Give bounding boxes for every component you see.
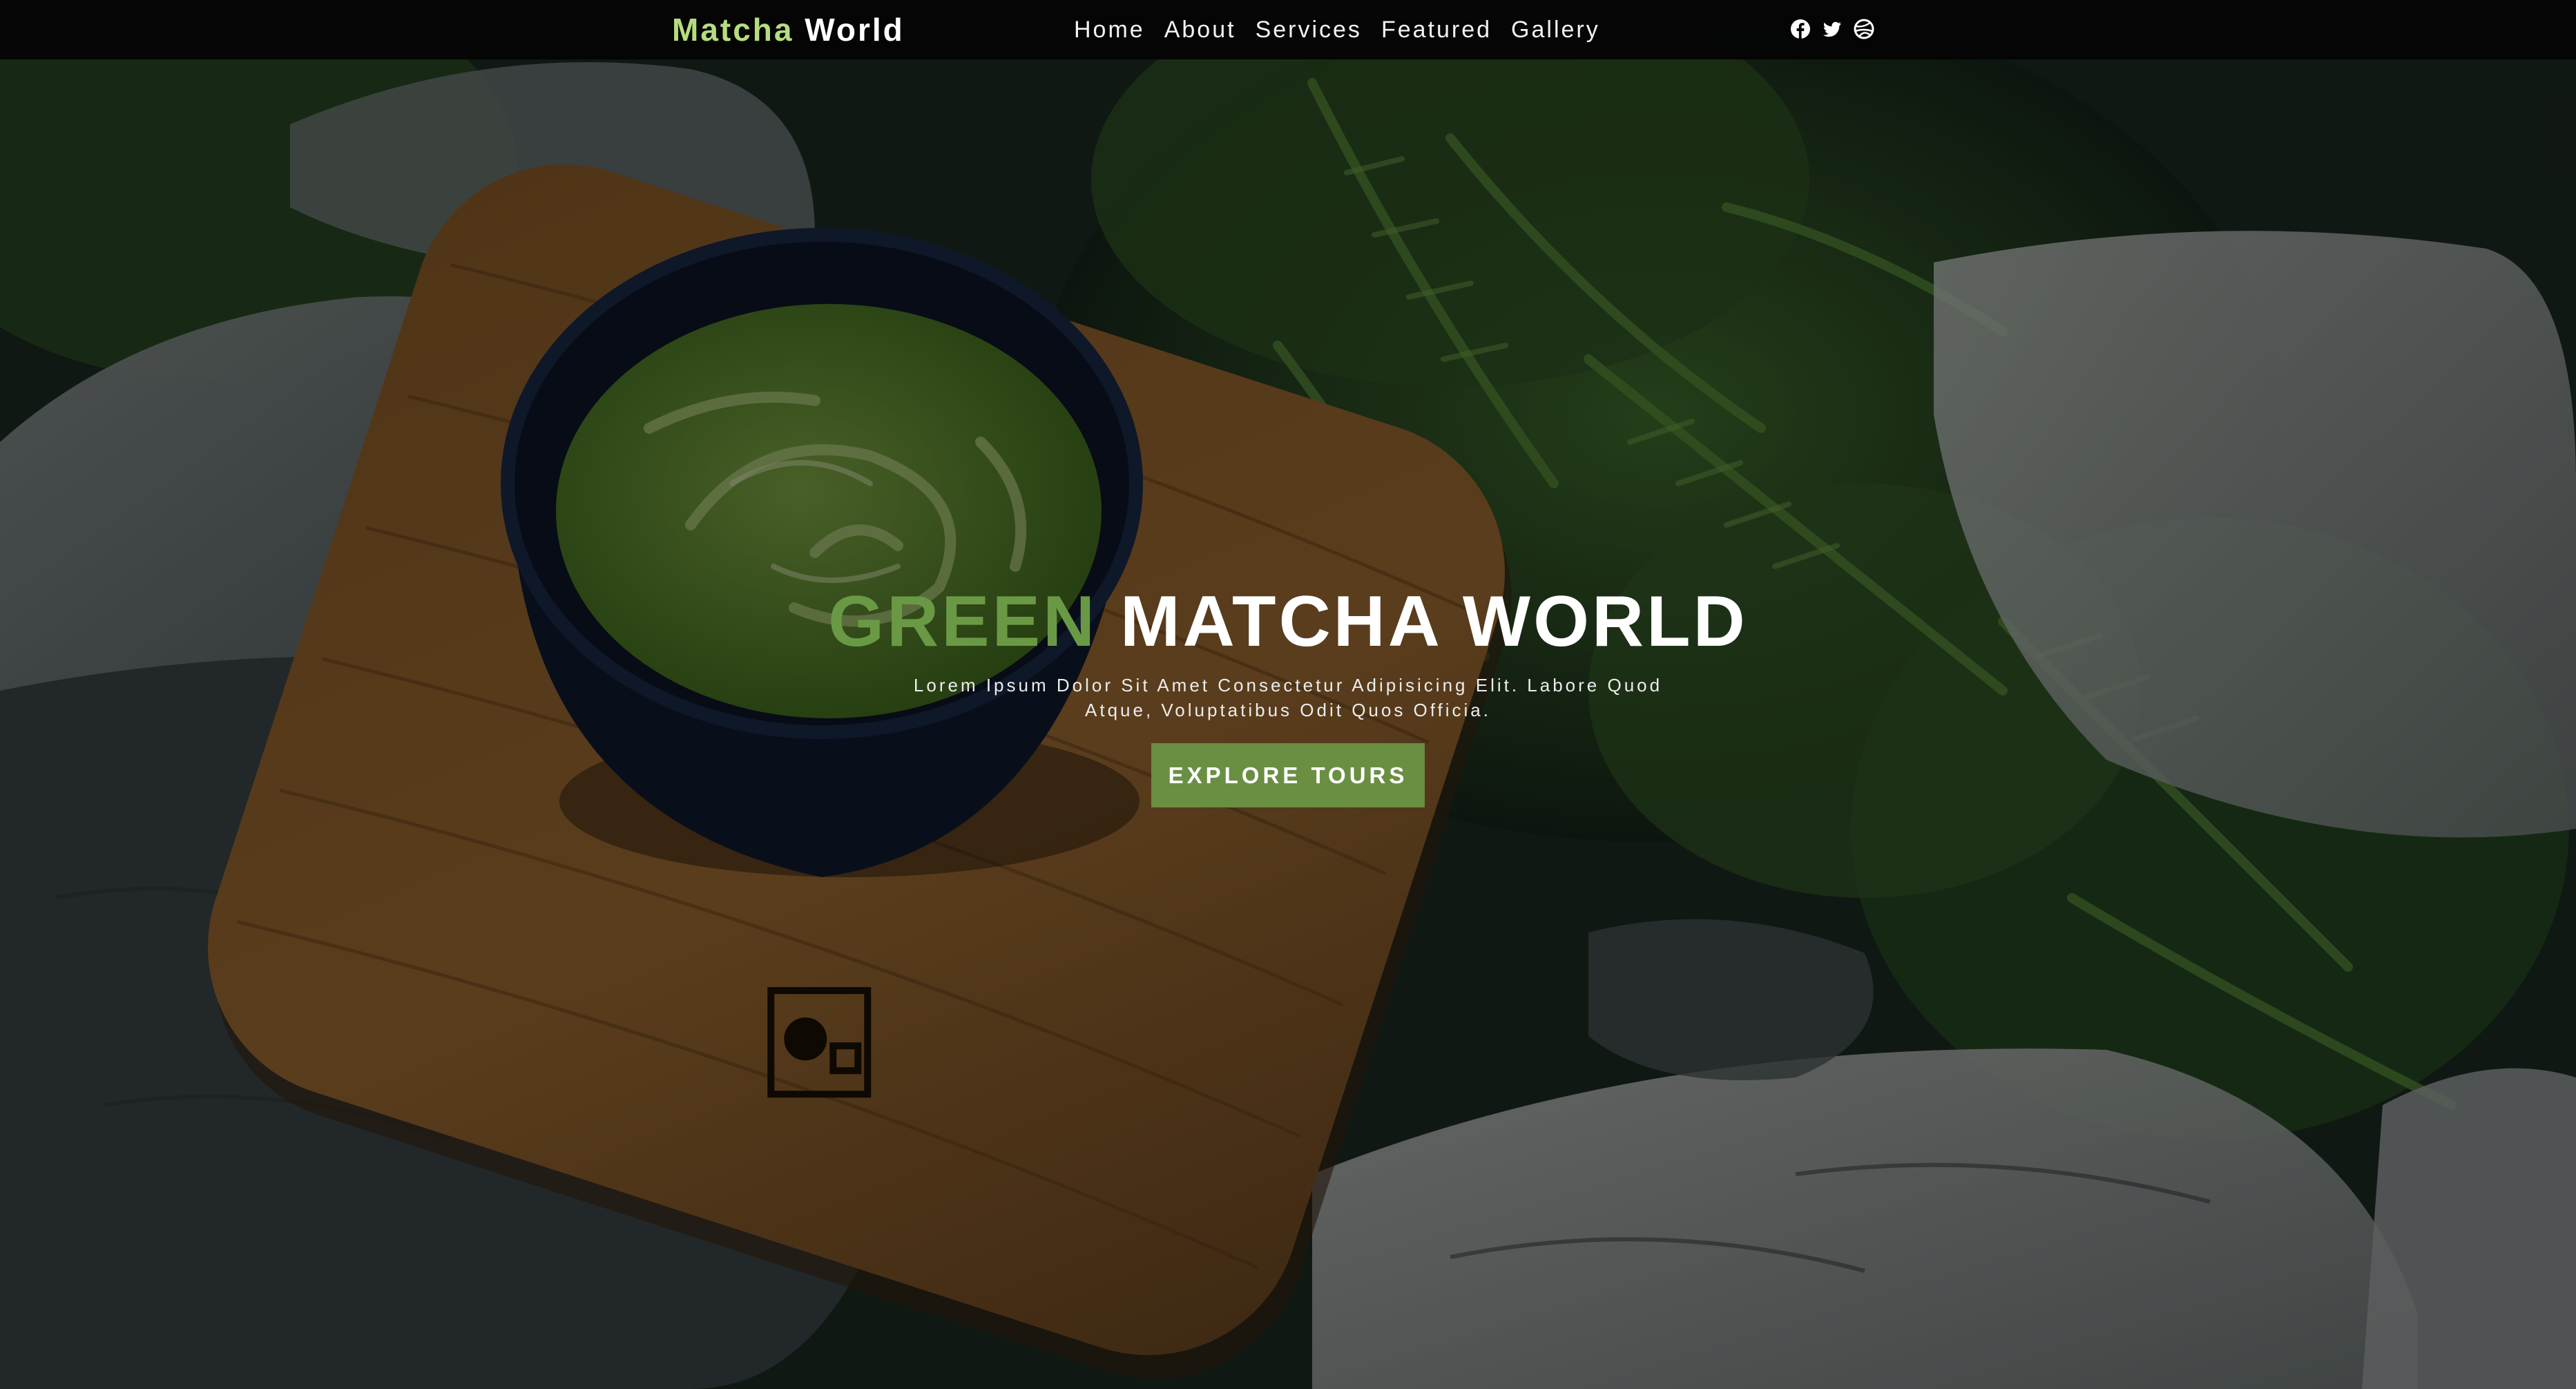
nav-links: Home About Services Featured Gallery (1074, 8, 1600, 51)
hero-subtitle: Lorem Ipsum Dolor Sit Amet Consectetur A… (913, 675, 1663, 720)
social-links (1790, 15, 1874, 43)
brand-logo[interactable]: Matcha World (672, 8, 905, 51)
hero-title-accent: GREEN (828, 582, 1098, 662)
nav-link-gallery[interactable]: Gallery (1511, 8, 1600, 51)
top-navbar: Matcha World Home About Services Feature… (0, 0, 2576, 59)
nav-link-services[interactable]: Services (1256, 8, 1362, 51)
hero-section: GREEN MATCHA WORLD Lorem Ipsum Dolor Sit… (0, 580, 2576, 807)
brand-name-rest: World (805, 12, 905, 48)
brand-name-accent: Matcha (672, 12, 794, 48)
nav-link-home[interactable]: Home (1074, 8, 1145, 51)
nav-link-about[interactable]: About (1164, 8, 1236, 51)
twitter-icon[interactable] (1822, 19, 1843, 39)
explore-tours-button[interactable]: EXPLORE TOURS (1151, 743, 1425, 807)
hero-title-rest: MATCHA WORLD (1120, 582, 1748, 662)
hero-title: GREEN MATCHA WORLD (828, 580, 1747, 663)
dribbble-icon[interactable] (1854, 19, 1874, 39)
landing-page: Matcha World Home About Services Feature… (0, 0, 2576, 1389)
nav-link-featured[interactable]: Featured (1381, 8, 1492, 51)
facebook-icon[interactable] (1790, 19, 1811, 39)
